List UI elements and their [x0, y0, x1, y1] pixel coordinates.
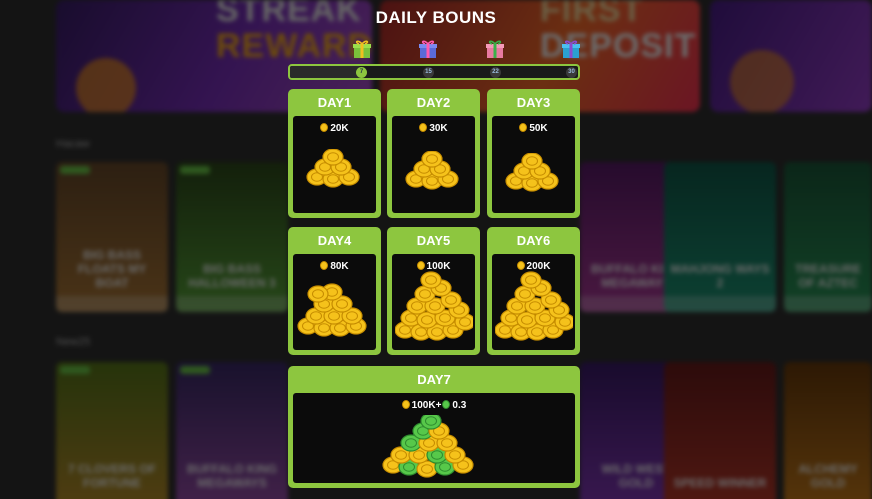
game-tile[interactable]: BIG BASS HALLOWEEN 3 [176, 162, 288, 312]
milestone-marker: 15 [423, 67, 434, 78]
reward-value: 20K [330, 123, 349, 134]
reward-amount: 30K [392, 123, 475, 134]
day-title: DAY2 [416, 95, 451, 110]
tile-badge [180, 366, 210, 374]
tile-title: ALCHEMY GOLD [798, 462, 858, 490]
game-tile[interactable]: SPEED WINNER [664, 362, 776, 499]
day-card[interactable]: DAY1 20K [288, 89, 381, 218]
gold-coin-icon [519, 271, 542, 289]
gold-coin-icon [306, 285, 329, 303]
tile-bar [664, 296, 776, 312]
reward-amount: 50K [492, 123, 575, 134]
day-reward-panel: 50K [492, 116, 575, 213]
reward-value: 100K+ [411, 400, 442, 411]
reward-value: 80K [330, 261, 349, 272]
day-card[interactable]: DAY3 50K [487, 89, 580, 218]
gold-coin-icon [519, 123, 528, 132]
progress-fill [290, 66, 360, 78]
gold-coin-icon [419, 123, 428, 132]
tile-title: SPEED WINNER [673, 476, 767, 490]
game-tile[interactable]: ALCHEMY GOLD [784, 362, 872, 499]
tile-title: 7 CLOVERS OF FORTUNE [67, 462, 156, 490]
day-card[interactable]: DAY7 100K+ 0.3 [288, 366, 580, 488]
tile-title: BIG BASS HALLOWEEN 3 [188, 262, 276, 290]
gift-box-icon[interactable] [417, 38, 439, 60]
progress-track: 7 15 22 30 [288, 64, 580, 80]
day-card[interactable]: DAY2 30K [387, 89, 480, 218]
tile-title: MAHJONG WAYS 2 [670, 262, 770, 290]
coin-pile-icon [293, 149, 376, 191]
reward-extra: 0.3 [452, 400, 467, 411]
day-card[interactable]: DAY4 80K [288, 227, 381, 355]
tile-title: TREASURE OF AZTEC [794, 262, 861, 290]
day-reward-panel: 100K+ 0.3 [293, 393, 575, 483]
day-card[interactable]: DAY6 200K [487, 227, 580, 355]
gold-coin-icon [320, 123, 329, 132]
green-coin-icon [442, 400, 451, 409]
coin-pile-icon [392, 270, 475, 342]
gold-coin-icon [419, 271, 442, 289]
gold-coin-icon [416, 261, 425, 270]
gift-box-icon[interactable] [484, 38, 506, 60]
tile-bar [56, 296, 168, 312]
tile-bar [176, 296, 288, 312]
day-card[interactable]: DAY5 100K [387, 227, 480, 355]
day-title: DAY7 [417, 372, 451, 387]
reward-amount: 20K [293, 123, 376, 134]
gold-coin-icon [516, 261, 525, 270]
game-tile[interactable]: TREASURE OF AZTEC [784, 162, 872, 312]
tile-bar [784, 296, 872, 312]
modal-title: DAILY BOUNS [375, 8, 497, 27]
coin-pile-icon [492, 153, 575, 195]
tile-title: BUFFALO KING MEGAWAYS [187, 462, 277, 490]
milestone-marker: 22 [490, 67, 501, 78]
day-reward-panel: 20K [293, 116, 376, 213]
milestone-marker: 7 [356, 67, 367, 78]
gift-box-icon[interactable] [351, 38, 373, 60]
game-tile[interactable]: 7 CLOVERS OF FORTUNE [56, 362, 168, 499]
row-label: Hacaw [56, 138, 90, 150]
coin-pile-icon [392, 151, 475, 193]
day-reward-panel: 30K [392, 116, 475, 213]
day-reward-panel: 80K [293, 254, 376, 350]
gold-coin-icon [401, 400, 410, 409]
gold-coin-icon [520, 153, 543, 170]
day-reward-panel: 100K [392, 254, 475, 350]
reward-amount: 100K+ 0.3 [293, 400, 575, 411]
game-tile[interactable]: BIG BASS FLOATS MY BOAT [56, 162, 168, 312]
tile-badge [180, 166, 210, 174]
tile-title: BIG BASS FLOATS MY BOAT [77, 248, 147, 290]
day-title: DAY1 [317, 95, 352, 110]
coin-pile-icon [293, 415, 575, 479]
green-coin-icon [420, 415, 442, 430]
game-tile[interactable]: MAHJONG WAYS 2 [664, 162, 776, 312]
gift-box-icon[interactable] [560, 38, 582, 60]
tile-badge [60, 366, 90, 374]
coin-pile-icon [293, 274, 376, 340]
day-title: DAY4 [317, 233, 352, 248]
reward-value: 50K [529, 123, 548, 134]
milestone-marker: 30 [566, 67, 577, 78]
day-title: DAY3 [516, 95, 551, 110]
streak-progress: 7 15 22 30 [288, 38, 580, 80]
reward-amount: 80K [293, 261, 376, 272]
reward-value: 30K [429, 123, 448, 134]
day-reward-panel: 200K [492, 254, 575, 350]
day-title: DAY6 [516, 233, 551, 248]
coin-pile-icon [492, 270, 575, 342]
gold-coin-icon [321, 149, 344, 166]
gold-coin-icon [420, 151, 443, 168]
row-label: New25 [56, 336, 91, 348]
game-tile[interactable]: BUFFALO KING MEGAWAYS [176, 362, 288, 499]
gold-coin-icon [320, 261, 329, 270]
tile-badge [60, 166, 90, 174]
day-title: DAY5 [416, 233, 451, 248]
